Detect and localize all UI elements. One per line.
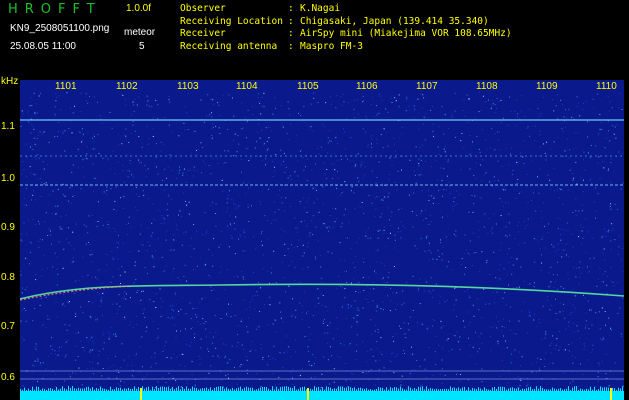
y-tick-label: 0.9	[1, 222, 15, 233]
y-tick-label: 1.1	[1, 121, 15, 132]
datetime-label: 25.08.05 11:00	[10, 41, 76, 52]
noise-layer	[20, 92, 624, 391]
doppler-trace	[20, 283, 624, 300]
x-tick-label: 1109	[536, 81, 558, 92]
info-value: Chigasaki, Japan (139.414 35.340)	[300, 15, 489, 27]
x-tick-label: 1107	[416, 81, 438, 92]
x-tick-label: 1104	[236, 81, 258, 92]
x-tick-label: 1101	[55, 81, 77, 92]
x-tick-label: 1108	[476, 81, 498, 92]
version-label: 1.0.0f	[126, 3, 152, 14]
mode-label: meteor	[124, 27, 156, 38]
info-value: Maspro FM-3	[300, 40, 363, 52]
station-info: Observer: K.Nagai Receiving Location: Chig…	[180, 3, 512, 53]
spectrogram-canvas	[20, 92, 624, 400]
x-tick-label: 1105	[297, 81, 319, 92]
x-tick-label: 1110	[596, 81, 617, 92]
info-key: Observer	[180, 3, 226, 14]
info-value: AirSpy mini (Miakejima VOR 108.65MHz)	[300, 28, 512, 39]
info-value: K.Nagai	[300, 3, 341, 14]
x-tick-label: 1103	[177, 81, 199, 92]
spectrogram: 1101 1102 1103 1104 1105 1106 1107 1108 …	[20, 80, 624, 400]
info-row-antenna: Receiving antenna: Maspro FM-3	[180, 40, 363, 52]
info-key: Receiver	[180, 28, 226, 39]
y-tick-label: 1.0	[1, 173, 15, 184]
header: HROFFT 1.0.0f KN9_2508051100.png meteor …	[0, 0, 629, 80]
app-title: HROFFT	[8, 2, 102, 17]
y-tick-label: 0.7	[1, 321, 15, 332]
x-tick-label: 1102	[116, 81, 138, 92]
info-key: Receiving Location	[180, 15, 283, 27]
detection-count: 5	[139, 41, 145, 52]
info-row-observer: Observer: K.Nagai	[180, 3, 341, 14]
x-tick-label: 1106	[356, 81, 378, 92]
info-row-receiver: Receiver: AirSpy mini (Miakejima VOR 108.…	[180, 28, 512, 39]
y-axis-unit: kHz	[1, 76, 19, 87]
info-row-location: Receiving Location: Chigasaki, Japan (139…	[180, 15, 489, 27]
filename-label: KN9_2508051100.png	[10, 23, 110, 34]
y-tick-label: 0.8	[1, 272, 15, 283]
y-tick-label: 0.6	[1, 372, 15, 383]
info-key: Receiving antenna	[180, 40, 278, 52]
power-bar	[20, 391, 624, 400]
